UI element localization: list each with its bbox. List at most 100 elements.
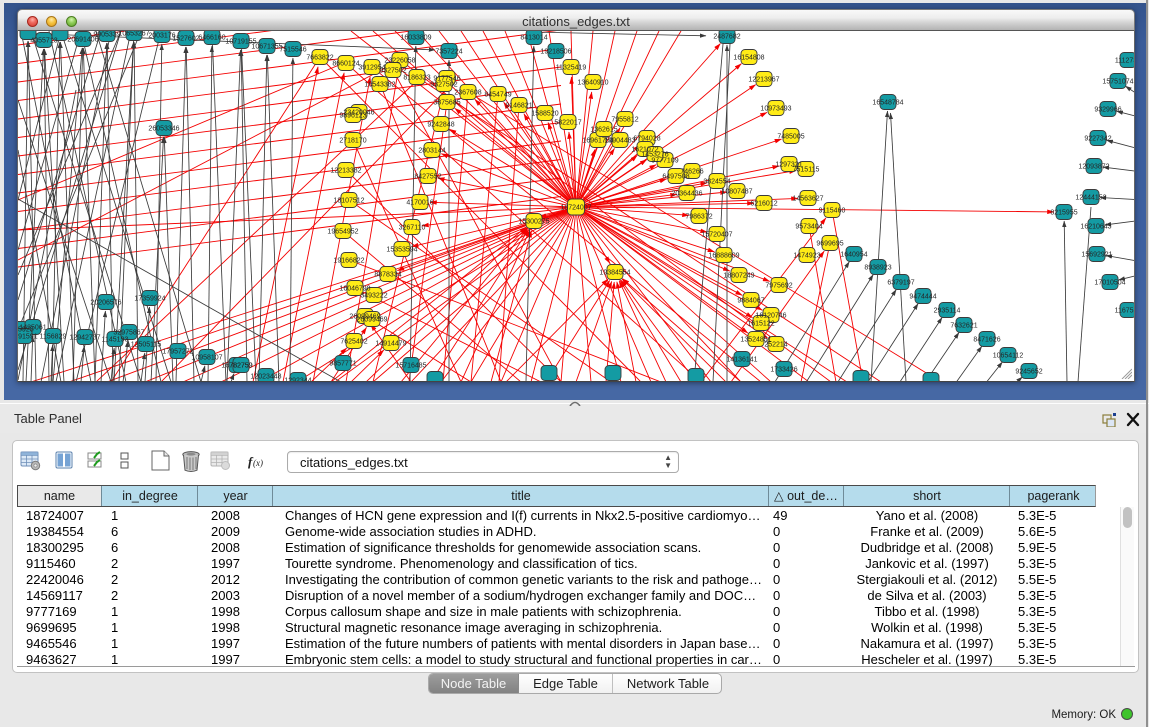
svg-text:10807487: 10807487 (721, 189, 752, 196)
svg-text:15751074: 15751074 (1102, 79, 1133, 86)
svg-text:16210643: 16210643 (1080, 224, 1111, 231)
svg-text:6497508: 6497508 (662, 174, 689, 181)
svg-text:12093872: 12093872 (1078, 164, 1109, 171)
svg-text:15720407: 15720407 (701, 232, 732, 239)
svg-text:9146821: 9146821 (505, 103, 532, 110)
svg-text:1474923: 1474923 (793, 253, 820, 260)
svg-text:9227342: 9227342 (1084, 136, 1111, 143)
svg-text:10653267: 10653267 (118, 31, 149, 38)
svg-text:9115460: 9115460 (819, 208, 846, 215)
svg-text:16888609: 16888609 (708, 253, 739, 260)
svg-text:17957272: 17957272 (162, 349, 193, 356)
svg-text:7975692: 7975692 (765, 283, 792, 290)
svg-text:9573404: 9573404 (795, 224, 822, 231)
svg-text:9777109: 9777109 (651, 158, 678, 165)
svg-text:1145193: 1145193 (102, 337, 129, 344)
svg-text:18107512: 18107512 (333, 198, 364, 205)
svg-text:13640910: 13640910 (577, 80, 608, 87)
svg-text:8413014: 8413014 (520, 35, 547, 42)
svg-text:9242848: 9242848 (427, 122, 454, 129)
svg-text:18724007: 18724007 (560, 205, 591, 212)
svg-text:15716485: 15716485 (395, 363, 426, 370)
svg-text:3875685: 3875685 (433, 100, 460, 107)
svg-text:8660124: 8660124 (332, 61, 359, 68)
svg-text:12942737: 12942737 (69, 335, 100, 342)
svg-text:26099469: 26099469 (356, 317, 387, 324)
svg-text:15692921: 15692921 (1081, 252, 1112, 259)
svg-text:1167533: 1167533 (1115, 308, 1135, 315)
svg-text:7955812: 7955812 (611, 117, 638, 124)
svg-text:7625402: 7625402 (340, 339, 367, 346)
svg-text:8454749: 8454749 (484, 92, 511, 99)
svg-text:1615122: 1615122 (747, 321, 774, 328)
svg-text:16154808: 16154808 (733, 55, 764, 62)
svg-text:18807249: 18807249 (723, 273, 754, 280)
svg-text:16120746: 16120746 (755, 313, 786, 320)
svg-text:6216012: 6216012 (750, 201, 777, 208)
svg-text:8878334: 8878334 (374, 272, 401, 279)
svg-text:12213967: 12213967 (748, 77, 779, 84)
svg-text:20364436: 20364436 (671, 191, 702, 198)
svg-text:8471626: 8471626 (973, 337, 1000, 344)
svg-text:1733426: 1733426 (770, 367, 797, 374)
svg-text:19166822: 19166822 (333, 258, 364, 265)
svg-text:9391591: 9391591 (18, 334, 38, 341)
svg-text:15300275: 15300275 (518, 219, 549, 226)
svg-text:19384554: 19384554 (599, 270, 630, 277)
svg-text:16543382: 16543382 (364, 82, 395, 89)
svg-text:8215955: 8215955 (1050, 210, 1077, 217)
svg-text:19218506: 19218506 (540, 49, 571, 56)
svg-text:8938923: 8938923 (864, 265, 891, 272)
svg-text:2718170: 2718170 (339, 138, 366, 145)
svg-text:17359924: 17359924 (134, 296, 165, 303)
svg-text:(x): (x) (253, 458, 263, 468)
svg-text:9474444: 9474444 (909, 294, 936, 301)
svg-text:1527602: 1527602 (172, 36, 199, 43)
svg-text:9884067: 9884067 (737, 298, 764, 305)
svg-text:9905339: 9905339 (93, 32, 120, 39)
svg-text:7357224: 7357224 (435, 49, 462, 56)
svg-text:1112733: 1112733 (1115, 58, 1135, 65)
svg-text:7515546: 7515546 (279, 47, 306, 54)
svg-text:14914479: 14914479 (375, 341, 406, 348)
svg-text:1362615: 1362615 (590, 127, 617, 134)
svg-text:20206576: 20206576 (90, 300, 121, 307)
svg-text:19654952: 19654952 (327, 229, 358, 236)
svg-text:1156829: 1156829 (40, 334, 67, 341)
svg-text:1435061: 1435061 (19, 325, 46, 332)
svg-text:7986372: 7986372 (685, 214, 712, 221)
svg-text:6466160: 6466160 (198, 35, 225, 42)
svg-text:9327502: 9327502 (379, 68, 406, 75)
svg-text:12444153: 12444153 (1075, 195, 1106, 202)
svg-text:7663822: 7663822 (306, 55, 333, 62)
svg-text:12213382: 12213382 (330, 168, 361, 175)
svg-text:14136141: 14136141 (726, 357, 757, 364)
svg-text:16548784: 16548784 (872, 100, 903, 107)
svg-text:32975867: 32975867 (113, 330, 144, 337)
svg-text:9699695: 9699695 (816, 241, 843, 248)
svg-text:10958107: 10958107 (191, 355, 222, 362)
svg-text:3267110: 3267110 (399, 225, 426, 232)
svg-text:8427552: 8427552 (414, 174, 441, 181)
svg-text:10973493: 10973493 (760, 106, 791, 113)
svg-text:12505115: 12505115 (131, 342, 162, 349)
svg-text:26053346: 26053346 (148, 126, 179, 133)
svg-text:2367608: 2367608 (454, 90, 481, 97)
svg-text:10671355: 10671355 (251, 44, 282, 51)
svg-text:9327502: 9327502 (430, 82, 457, 89)
svg-text:11325419: 11325419 (556, 65, 587, 72)
svg-text:9896123: 9896123 (339, 113, 366, 120)
svg-text:9857771: 9857771 (329, 361, 356, 368)
svg-text:16046798: 16046798 (339, 286, 370, 293)
svg-text:14563627: 14563627 (792, 196, 823, 203)
svg-text:9245652: 9245652 (1015, 369, 1042, 376)
svg-text:19904483: 19904483 (604, 138, 635, 145)
svg-text:1292344: 1292344 (284, 378, 311, 383)
svg-text:16033809: 16033809 (400, 35, 431, 42)
svg-text:17010504: 17010504 (1094, 280, 1125, 287)
svg-text:7485005: 7485005 (777, 134, 804, 141)
svg-text:2487682: 2487682 (713, 34, 740, 41)
svg-text:23226058: 23226058 (384, 58, 415, 65)
svg-text:4170016: 4170016 (406, 200, 433, 207)
svg-text:6379197: 6379197 (887, 280, 914, 287)
